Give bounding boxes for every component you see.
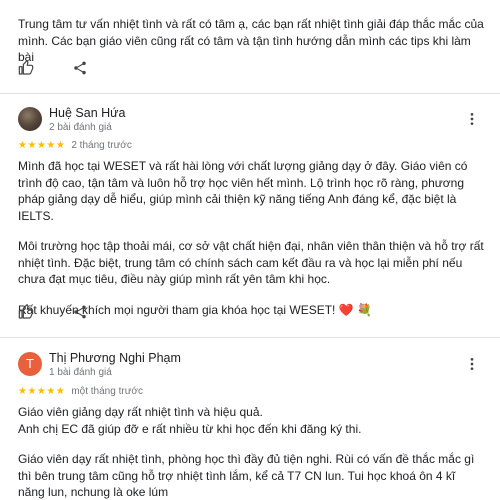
review-paragraph: Giáo viên giảng dạy rất nhiệt tình và hi…	[18, 405, 362, 436]
avatar[interactable]	[18, 107, 42, 131]
star-rating: ★★★★★	[18, 385, 66, 397]
review-actions	[18, 304, 88, 320]
divider	[0, 337, 500, 338]
star-rating: ★★★★★	[18, 139, 66, 151]
divider	[0, 93, 500, 94]
reviewer-review-count: 2 bài đánh giá	[49, 122, 112, 133]
thumbs-up-icon[interactable]	[18, 304, 34, 320]
reviewer-review-count: 1 bài đánh giá	[49, 367, 112, 378]
reviewer-header: Huệ San Hứa 2 bài đánh giá	[18, 106, 484, 133]
review-actions	[18, 60, 88, 76]
review-text: Trung tâm tư vấn nhiệt tình và rất có tâ…	[18, 16, 484, 66]
reviewer-name[interactable]: Thị Phương Nghi Phạm	[49, 351, 181, 365]
reviewer-name[interactable]: Huệ San Hứa	[49, 106, 125, 120]
reviews-panel: Trung tâm tư vấn nhiệt tình và rất có tâ…	[0, 0, 500, 500]
more-vert-icon[interactable]	[464, 111, 480, 127]
rating-row: ★★★★★ một tháng trước	[18, 385, 143, 397]
thumbs-up-icon[interactable]	[18, 60, 34, 76]
review-date: 2 tháng trước	[71, 139, 132, 151]
review-paragraph: Giáo viên dạy rất nhiệt tình, phòng học …	[18, 452, 475, 499]
review-paragraph: Môi trường học tập thoải mái, cơ sở vật …	[18, 239, 484, 286]
review-text: Mình đã học tại WESET và rất hài lòng vớ…	[18, 158, 484, 318]
review-paragraph: Trung tâm tư vấn nhiệt tình và rất có tâ…	[18, 17, 484, 64]
avatar[interactable]: T	[18, 352, 42, 376]
rating-row: ★★★★★ 2 tháng trước	[18, 139, 132, 151]
reviewer-header: T Thị Phương Nghi Phạm 1 bài đánh giá	[18, 351, 484, 378]
more-vert-icon[interactable]	[464, 356, 480, 372]
share-icon[interactable]	[72, 304, 88, 320]
review-date: một tháng trước	[71, 385, 143, 397]
review-text: Giáo viên giảng dạy rất nhiệt tình và hi…	[18, 404, 484, 500]
share-icon[interactable]	[72, 60, 88, 76]
review-paragraph: Mình đã học tại WESET và rất hài lòng vớ…	[18, 159, 468, 223]
